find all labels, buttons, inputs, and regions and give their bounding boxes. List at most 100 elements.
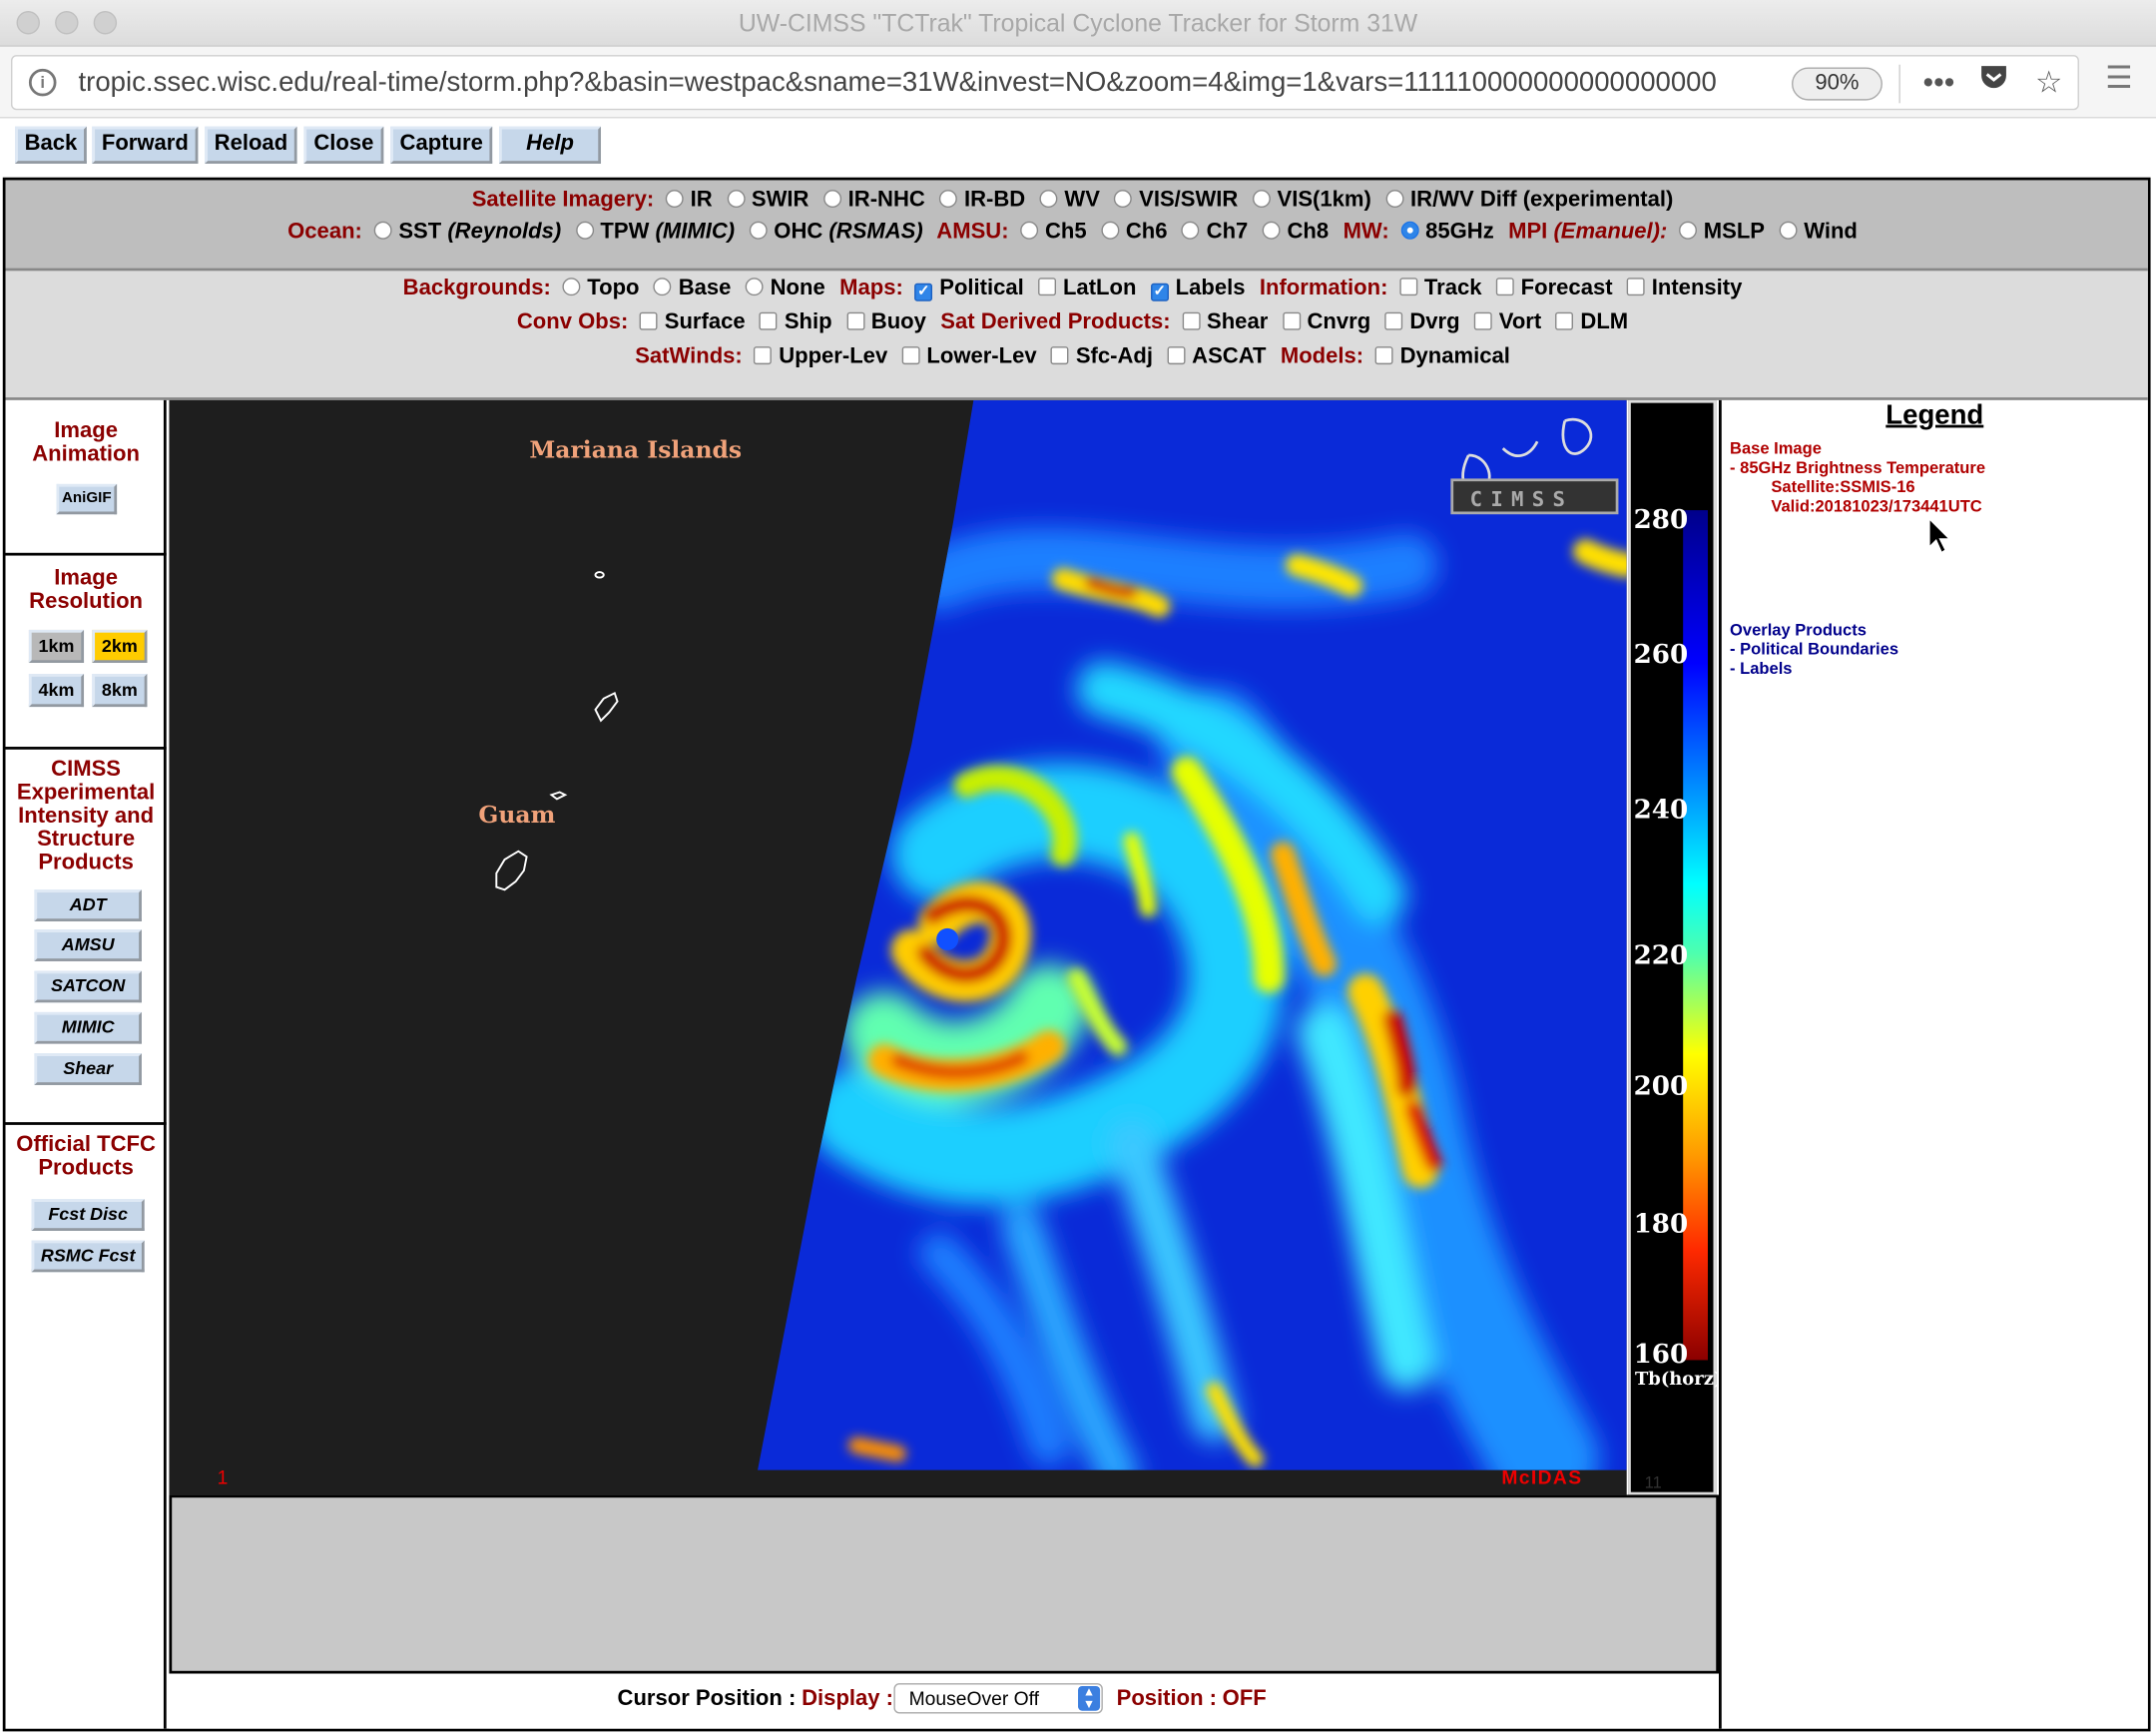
option-ohc[interactable]: OHC (RSMAS) — [749, 220, 923, 245]
option-none[interactable]: None — [745, 277, 825, 301]
checkbox-forecast[interactable]: Forecast — [1495, 277, 1613, 301]
ocean-label: Ocean: — [287, 220, 362, 244]
checkbox-sfc-adj[interactable]: Sfc-Adj — [1051, 345, 1153, 370]
position-value: OFF — [1222, 1687, 1267, 1711]
satellite-imagery-label: Satellite Imagery: — [471, 188, 655, 213]
checkbox-ship[interactable]: Ship — [760, 310, 832, 335]
resolution-title: Image Resolution — [29, 566, 144, 614]
legend-title: Legend — [1886, 399, 1984, 431]
fcst-disc-button[interactable]: Fcst Disc — [31, 1199, 145, 1231]
amsu-button[interactable]: AMSU — [34, 929, 142, 961]
window-title: UW-CIMSS "TCTrak" Tropical Cyclone Track… — [738, 9, 1418, 38]
option-vis-swir[interactable]: VIS/SWIR — [1114, 189, 1238, 214]
checkbox-latlon[interactable]: LatLon — [1038, 277, 1136, 301]
res-2km-button[interactable]: 2km — [92, 629, 148, 664]
colorbar-tick: 260 — [1633, 639, 1689, 670]
option-wind[interactable]: Wind — [1779, 220, 1858, 245]
checkbox-dlm[interactable]: DLM — [1555, 310, 1628, 335]
checkbox-upper-lev[interactable]: Upper-Lev — [754, 345, 887, 370]
display-select-value: MouseOver Off — [908, 1687, 1040, 1710]
res-1km-button[interactable]: 1km — [28, 629, 85, 664]
forward-button[interactable]: Forward — [92, 126, 199, 164]
more-icon[interactable]: ••• — [1918, 62, 1959, 103]
checkbox-shear[interactable]: Shear — [1182, 310, 1268, 335]
info-icon[interactable]: i — [28, 68, 57, 97]
colorbar-footer: 11 — [1644, 1472, 1662, 1492]
reload-button[interactable]: Reload — [205, 126, 297, 164]
checkbox-vort[interactable]: Vort — [1473, 310, 1541, 335]
resolution-section: Image Resolution 1km 2km 4km 8km — [5, 556, 167, 750]
option-tpw[interactable]: TPW (MIMIC) — [575, 220, 735, 245]
option-vis-1km[interactable]: VIS(1km) — [1252, 189, 1371, 214]
back-button[interactable]: Back — [15, 126, 87, 164]
checkbox-track[interactable]: Track — [1399, 277, 1481, 301]
legend-overlay-item: - Political Boundaries — [1730, 639, 1899, 659]
checkbox-buoy[interactable]: Buoy — [845, 310, 926, 335]
option-ch8[interactable]: Ch8 — [1262, 220, 1329, 245]
option-ch5[interactable]: Ch5 — [1020, 220, 1087, 245]
option-base[interactable]: Base — [653, 277, 731, 301]
legend-valid: Valid:20181023/173441UTC — [1771, 496, 1982, 516]
colorbar-unit: Tb(horz) — [1634, 1370, 1723, 1391]
satwinds-label: SatWinds: — [635, 344, 743, 369]
pocket-icon[interactable] — [1973, 62, 2014, 103]
political-boundaries — [495, 571, 619, 891]
close-button[interactable]: Close — [303, 126, 384, 164]
colorbar: 280 260 240 220 200 180 160 Tb(horz) 11 — [1628, 399, 1722, 1495]
option-wv[interactable]: WV — [1039, 189, 1100, 214]
mimic-button[interactable]: MIMIC — [34, 1011, 142, 1044]
navigation-bar: i tropic.ssec.wisc.edu/real-time/storm.p… — [0, 46, 2156, 119]
checkbox-dynamical[interactable]: Dynamical — [1374, 345, 1510, 370]
anigif-button[interactable]: AniGIF — [56, 483, 118, 515]
option-ir-bd[interactable]: IR-BD — [939, 189, 1025, 214]
satcon-button[interactable]: SATCON — [34, 970, 142, 1003]
checkbox-surface[interactable]: Surface — [639, 310, 746, 335]
checkbox-lower-lev[interactable]: Lower-Lev — [901, 345, 1037, 370]
option-ir[interactable]: IR — [665, 189, 713, 214]
checkbox-dvrg[interactable]: Dvrg — [1384, 310, 1460, 335]
legend-satellite: Satellite:SSMIS-16 — [1771, 477, 1915, 497]
mw-label: MW: — [1343, 220, 1389, 244]
res-8km-button[interactable]: 8km — [92, 674, 148, 708]
option-sst[interactable]: SST (Reynolds) — [373, 220, 561, 245]
option-mslp[interactable]: MSLP — [1678, 220, 1765, 245]
menu-icon[interactable]: ☰ — [2098, 58, 2139, 99]
imagery-panel: Satellite Imagery: IR SWIR IR-NHC IR-BD … — [5, 180, 2148, 272]
checkbox-intensity[interactable]: Intensity — [1626, 277, 1742, 301]
option-swir[interactable]: SWIR — [727, 189, 808, 214]
information-label: Information: — [1259, 276, 1388, 300]
res-4km-button[interactable]: 4km — [28, 674, 85, 708]
option-ch7[interactable]: Ch7 — [1181, 220, 1248, 245]
mpi-label: MPI (Emanuel): — [1508, 220, 1668, 244]
help-button[interactable]: Help — [499, 126, 602, 164]
zoom-level-badge[interactable]: 90% — [1792, 67, 1883, 101]
capture-button[interactable]: Capture — [390, 126, 493, 164]
cursor-position-bar: Cursor Position : Display : MouseOver Of… — [169, 1673, 1719, 1729]
models-label: Models: — [1280, 344, 1364, 369]
rsmc-fcst-button[interactable]: RSMC Fcst — [31, 1240, 145, 1273]
url-bar[interactable]: i tropic.ssec.wisc.edu/real-time/storm.p… — [11, 55, 2079, 111]
option-topo[interactable]: Topo — [562, 277, 640, 301]
checkbox-labels[interactable]: ✓ Labels — [1150, 277, 1245, 301]
animation-title: Image Animation — [32, 419, 140, 467]
url-text[interactable]: tropic.ssec.wisc.edu/real-time/storm.php… — [79, 68, 1798, 100]
display-select[interactable]: MouseOver Off ▲ ▼ — [893, 1683, 1103, 1714]
colorbar-tick: 220 — [1633, 940, 1689, 971]
satellite-image[interactable]: CIMSS Mariana Islands Guam 1 McIDAS — [169, 399, 1627, 1495]
cimss-section: CIMSS Experimental Intensity and Structu… — [5, 750, 167, 1125]
checkbox-ascat[interactable]: ASCAT — [1167, 345, 1266, 370]
checkbox-political[interactable]: ✓ Political — [914, 277, 1024, 301]
colorbar-tick: 180 — [1633, 1208, 1689, 1240]
colorbar-tick: 240 — [1633, 795, 1689, 826]
checkbox-cnvrg[interactable]: Cnvrg — [1282, 310, 1370, 335]
bookmark-star-icon[interactable]: ☆ — [2028, 62, 2069, 103]
adt-button[interactable]: ADT — [34, 889, 142, 921]
conv-obs-label: Conv Obs: — [516, 310, 629, 334]
option-ir-wv-diff[interactable]: IR/WV Diff (experimental) — [1385, 189, 1673, 214]
option-85ghz[interactable]: 85GHz — [1400, 220, 1494, 245]
legend-panel: Legend Base Image - 85GHz Brightness Tem… — [1719, 399, 2148, 1729]
option-ch6[interactable]: Ch6 — [1101, 220, 1167, 245]
backgrounds-row: Backgrounds: Topo Base None Maps: ✓ Polit… — [6, 277, 2148, 301]
option-ir-nhc[interactable]: IR-NHC — [822, 189, 925, 214]
shear-button[interactable]: Shear — [34, 1053, 142, 1085]
